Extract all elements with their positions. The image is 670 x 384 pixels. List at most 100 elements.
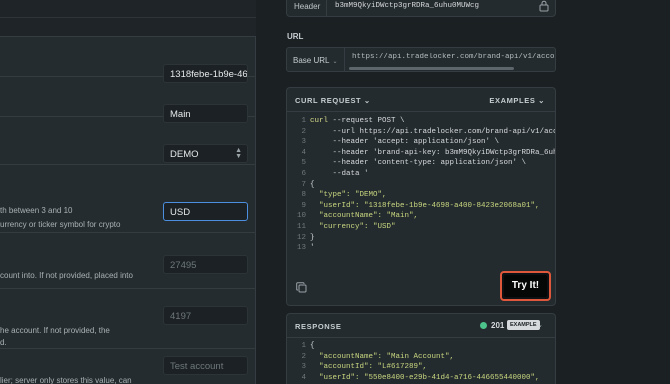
code-line: 6 --data ': [287, 169, 555, 180]
code-text: --data ': [310, 169, 369, 178]
response-status-code: 201: [491, 321, 505, 330]
code-line: 2 --url https://api.tradelocker.com/bran…: [287, 127, 555, 138]
type-select[interactable]: DEMO ▲ ▼: [163, 144, 248, 163]
code-text: {: [310, 180, 315, 189]
params-card: 1318febe-1b9e-4698 Main DEMO ▲▼ th betwe…: [0, 36, 256, 384]
code-text: "accountName": "Main",: [310, 212, 419, 221]
line-number: 1: [301, 117, 306, 125]
code-text: "userId": "550e8400-e29b-41d4-a716-44665…: [310, 373, 540, 382]
line-number: 9: [301, 201, 306, 210]
currency-description-1: th between 3 and 10: [0, 206, 73, 215]
line-number: 3: [301, 138, 306, 147]
param7-input[interactable]: Test account: [163, 356, 248, 375]
code-line: 10 "accountName": "Main",: [287, 211, 555, 222]
code-line: 13 ': [287, 243, 555, 254]
header-value[interactable]: b3mM9QkyiDWctp3grRDRa_6uhu0MUWcg: [335, 2, 479, 10]
type-select-value: DEMO: [170, 149, 199, 160]
line-number: 13: [296, 244, 306, 253]
response-header: RESPONSE 201 EXAMPLE ⌄: [287, 314, 555, 338]
code-text: "type": "DEMO",: [310, 191, 387, 200]
status-dot-icon: [480, 322, 487, 329]
code-line: 3 --header 'accept: application/json' \: [287, 137, 555, 148]
header-credential: Header b3mM9QkyiDWctp3grRDRa_6uhu0MUWcg: [286, 0, 556, 17]
code-text: --header 'accept: application/json' \: [310, 138, 500, 147]
line-number: 5: [301, 159, 306, 168]
code-line: 12}: [287, 233, 555, 244]
code-text: --url https://api.tradelocker.com/brand-…: [332, 127, 556, 136]
code-line: 4 --header 'brand-api-key: b3mM9QkyiDWct…: [287, 148, 555, 159]
code-text: {: [310, 342, 315, 350]
response-card: RESPONSE 201 EXAMPLE ⌄ 1{2 "accountName"…: [286, 313, 556, 384]
code-line: 7{: [287, 180, 555, 191]
line-number: 7: [301, 180, 306, 189]
base-url-label: Base URL: [293, 56, 330, 65]
code-text: "currency": "USD": [310, 222, 396, 231]
param-row-6: he account. If not provided, the d. 4197: [0, 289, 256, 349]
code-line: 1{: [287, 341, 555, 352]
param-row-userid: 1318febe-1b9e-4698: [0, 37, 256, 83]
chevron-down-icon[interactable]: ⌄: [537, 321, 543, 329]
param5-input[interactable]: 27495: [163, 255, 248, 274]
chevron-down-icon: ⌄: [363, 96, 371, 105]
param-row-currency: th between 3 and 10 urrency or ticker sy…: [0, 165, 256, 233]
url-value[interactable]: https://api.tradelocker.com/brand-api/v1…: [352, 53, 555, 61]
line-number: 8: [301, 191, 306, 200]
copy-icon[interactable]: [296, 282, 307, 293]
param7-description: lier; server only stores this value, can: [0, 376, 132, 384]
param6-input[interactable]: 4197: [163, 306, 248, 325]
line-number: 4: [301, 373, 306, 382]
response-title: RESPONSE: [295, 322, 342, 331]
url-bar: Base URL ⌄ https://api.tradelocker.com/br…: [286, 47, 556, 72]
code-line: 5 --header 'content-type: application/js…: [287, 158, 555, 169]
line-number: 2: [301, 127, 306, 136]
examples-dropdown[interactable]: EXAMPLES ⌄: [489, 96, 545, 105]
param-row-7: lier; server only stores this value, can…: [0, 349, 256, 384]
line-number: 4: [301, 148, 306, 157]
code-line: 4 "userId": "550e8400-e29b-41d4-a716-446…: [287, 373, 555, 384]
param-row-5: count into. If not provided, placed into…: [0, 233, 256, 289]
param5-description: count into. If not provided, placed into: [0, 271, 133, 280]
param-row-accountname: Main: [0, 77, 256, 123]
try-it-button[interactable]: Try It!: [500, 271, 551, 301]
examples-label: EXAMPLES: [489, 96, 536, 105]
line-number: 10: [296, 212, 306, 221]
param6-description-1: he account. If not provided, the: [0, 326, 110, 335]
currency-description-2: urrency or ticker symbol for crypto: [0, 220, 121, 229]
code-line: 2 "accountName": "Main Account",: [287, 352, 555, 363]
curl-request-title: CURL REQUEST: [295, 96, 362, 105]
chevron-down-icon: ⌄: [332, 59, 338, 65]
code-keyword: curl: [310, 117, 329, 125]
code-text: "accountName": "Main Account",: [310, 352, 455, 361]
chevron-down-icon: ⌄: [538, 96, 545, 105]
response-code-block[interactable]: 1{2 "accountName": "Main Account", 3 "acc…: [287, 341, 555, 383]
code-text: --header 'content-type: application/json…: [310, 159, 527, 168]
url-section-title: URL: [287, 32, 304, 41]
line-number: 11: [296, 222, 306, 231]
code-line: 8 "type": "DEMO",: [287, 190, 555, 201]
panel-divider: [0, 0, 256, 18]
api-reference-page: 1318febe-1b9e-4698 Main DEMO ▲▼ th betwe…: [0, 0, 670, 384]
example-badge: EXAMPLE: [507, 320, 540, 330]
curl-card-header: CURL REQUEST ⌄ EXAMPLES ⌄: [287, 88, 555, 112]
line-number: 2: [301, 352, 306, 361]
code-line: 11 "currency": "USD": [287, 222, 555, 233]
curl-request-dropdown[interactable]: CURL REQUEST ⌄: [295, 96, 371, 105]
try-it-label: Try It!: [504, 275, 547, 297]
header-label: Header: [287, 0, 327, 16]
line-number: 12: [296, 233, 306, 242]
currency-input[interactable]: USD: [163, 202, 248, 221]
base-url-dropdown[interactable]: Base URL ⌄: [287, 48, 345, 71]
line-number: 3: [301, 363, 306, 372]
params-panel: 1318febe-1b9e-4698 Main DEMO ▲▼ th betwe…: [0, 0, 256, 384]
request-panel: Header b3mM9QkyiDWctp3grRDRa_6uhu0MUWcg …: [256, 0, 670, 384]
code-line: 9 "userId": "1318febe-1b9e-4698-a400-842…: [287, 201, 555, 212]
line-number: 6: [301, 169, 306, 178]
code-text: "accountId": "L#617289",: [310, 363, 428, 372]
url-scrollbar[interactable]: [349, 67, 514, 70]
code-text: "userId": "1318febe-1b9e-4698-a400-8423e…: [310, 201, 540, 210]
line-number: 1: [301, 342, 306, 350]
param-row-type: DEMO ▲ ▼: [0, 117, 256, 165]
code-text: --header 'brand-api-key: b3mM9QkyiDWctp3…: [332, 148, 556, 157]
curl-code-block[interactable]: 1 curl --request POST \ 2 --url https://ap…: [287, 116, 555, 254]
param6-description-2: d.: [0, 338, 7, 347]
